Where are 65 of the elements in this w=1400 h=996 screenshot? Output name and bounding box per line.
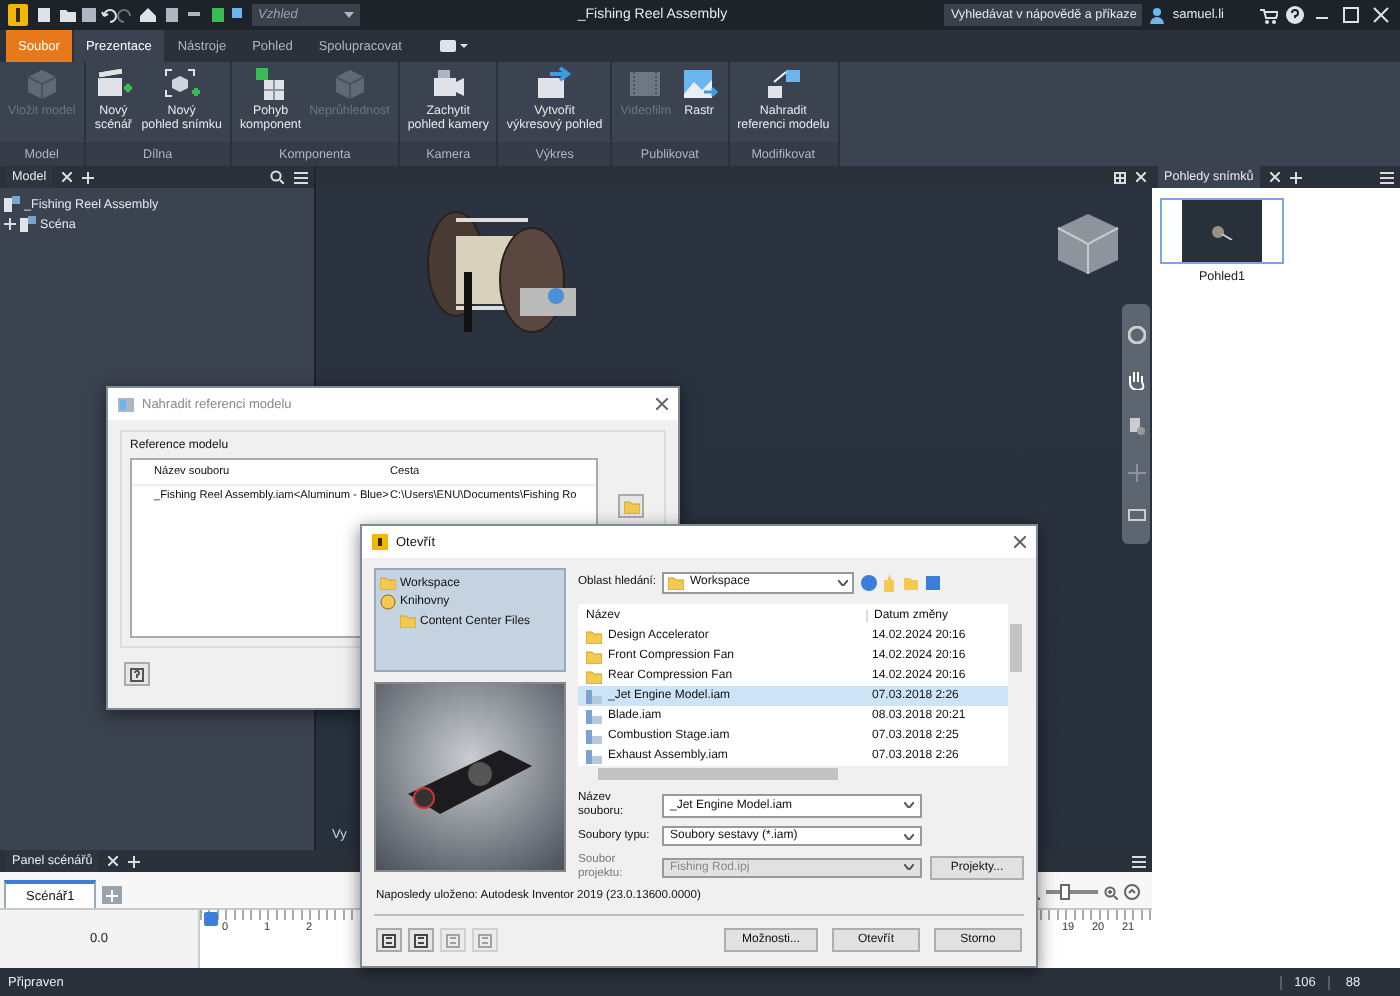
search-icon[interactable]: [270, 170, 284, 184]
tool-button[interactable]: [408, 928, 434, 952]
assembly-icon: [586, 748, 602, 764]
assembly-icon: [586, 708, 602, 724]
library-icon: [380, 594, 396, 611]
user-icon: [1150, 7, 1165, 23]
caret-icon: [904, 802, 914, 808]
tool-icon: [382, 933, 396, 947]
folder-icon: [400, 614, 416, 629]
help-icon: [130, 667, 144, 681]
caret-icon: [904, 864, 914, 870]
picture-icon: [679, 66, 720, 102]
menu-icon[interactable]: [294, 171, 308, 183]
quick-access-toolbar[interactable]: [36, 6, 156, 24]
add-icon[interactable]: [1289, 171, 1302, 183]
fit-icon[interactable]: [1124, 884, 1140, 900]
caret-icon: [344, 12, 354, 18]
add-icon[interactable]: [128, 855, 141, 867]
scrollbar-thumb[interactable]: [1010, 624, 1022, 672]
plus-icon: [106, 889, 119, 901]
zoom-icon[interactable]: [1127, 417, 1145, 436]
video-icon[interactable]: [439, 38, 468, 54]
app-icon: [372, 534, 388, 550]
view-cube-icon[interactable]: [1052, 208, 1124, 280]
assembly-icon: [20, 216, 36, 232]
dialog-icon: [118, 397, 134, 411]
tool-icon: [414, 933, 428, 947]
caret-icon: [904, 833, 914, 839]
folder-icon: [380, 576, 396, 591]
film-icon: [625, 66, 666, 102]
menu-icon[interactable]: [1380, 171, 1394, 183]
pan-icon[interactable]: [1126, 370, 1146, 391]
snapshot-thumbnail[interactable]: [1160, 198, 1284, 264]
close-icon[interactable]: [656, 398, 668, 410]
steering-wheel-icon[interactable]: [1127, 325, 1145, 344]
scrollbar-thumb[interactable]: [598, 768, 838, 780]
slider-thumb[interactable]: [1059, 884, 1070, 900]
app-logo: [8, 4, 28, 26]
sheet-arrow-icon: [534, 66, 575, 102]
expand-icon[interactable]: [4, 218, 16, 230]
camera-icon: [428, 66, 469, 102]
frame-plus-icon: [161, 66, 202, 102]
assembly-icon: [586, 728, 602, 744]
folder-icon: [668, 575, 684, 589]
help-icon[interactable]: [1286, 6, 1304, 24]
tool-icon: [446, 933, 460, 947]
cart-icon[interactable]: [1260, 7, 1278, 23]
tile-icon[interactable]: [1114, 171, 1126, 183]
zoom-in-icon[interactable]: [1104, 885, 1118, 899]
folder-icon: [623, 499, 639, 513]
cubes-arrow-icon: [763, 66, 804, 102]
assembly-icon: [4, 196, 20, 212]
clapperboard-icon: [93, 66, 134, 102]
add-storyboard-button[interactable]: [102, 886, 123, 904]
close-icon[interactable]: [1014, 536, 1026, 548]
add-icon[interactable]: [82, 171, 95, 183]
navigation-icons[interactable]: [860, 573, 944, 591]
tool-icon: [478, 933, 492, 947]
assembly-icon: [586, 688, 602, 704]
tool-button[interactable]: [376, 928, 402, 952]
caret-icon: [838, 579, 848, 585]
reel-icon: [1210, 223, 1234, 239]
menu-icon[interactable]: [1132, 855, 1146, 867]
window-controls[interactable]: [1312, 6, 1392, 24]
help-button[interactable]: [124, 662, 150, 686]
